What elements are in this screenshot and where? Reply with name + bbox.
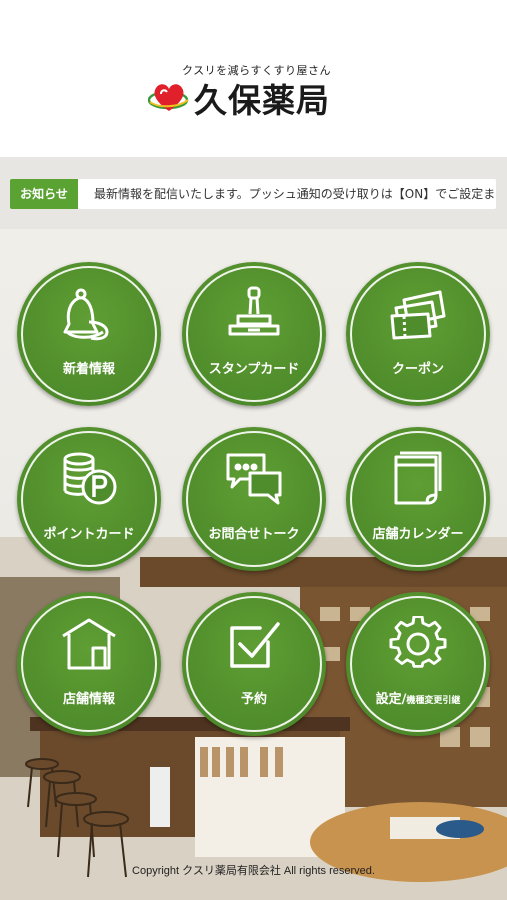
tile-label-main: 設定/ (375, 692, 407, 707)
tile-inquiry-talk[interactable]: お問合せトーク (182, 427, 326, 571)
copyright-text: Copyright クスリ薬局有限会社 All rights reserved. (132, 865, 375, 877)
checkbox-icon (230, 622, 280, 668)
tile-stamp-card[interactable]: スタンプカード (182, 262, 326, 406)
tile-label: お問合せトーク (208, 527, 300, 542)
coupon-icon (390, 290, 446, 340)
news-ticker-text: 最新情報を配信いたします。プッシュ通知の受け取りは【ON】でご設定ま (94, 187, 496, 201)
tile-label-sub: 機種変更引継 (406, 696, 461, 706)
coin-point-icon (63, 452, 117, 505)
tile-store-info[interactable]: 店舗情報 (17, 592, 161, 736)
heart-globe-icon (148, 84, 189, 111)
tile-news[interactable]: 新着情報 (17, 262, 161, 406)
app-header: クスリを減らすくすり屋さん 久保薬局 (0, 0, 507, 157)
news-ticker[interactable]: お知らせ 最新情報を配信いたします。プッシュ通知の受け取りは【ON】でご設定ま (10, 179, 496, 209)
tile-label: 新着情報 (62, 362, 115, 377)
tile-label: 店舗カレンダー (372, 527, 464, 542)
logo-text: 久保薬局 (194, 81, 330, 120)
gear-icon (389, 616, 447, 668)
tile-settings[interactable]: 設定/機種変更引継 (346, 592, 490, 736)
tile-label: スタンプカード (208, 362, 300, 377)
chat-bubbles-icon (226, 453, 282, 505)
tile-point-card[interactable]: ポイントカード (17, 427, 161, 571)
tile-label: 店舗情報 (62, 692, 115, 707)
main-menu-area: お知らせ 最新情報を配信いたします。プッシュ通知の受け取りは【ON】でご設定ま … (0, 157, 507, 900)
store-house-icon (62, 618, 116, 670)
calendar-icon (394, 451, 442, 505)
stamp-icon (228, 286, 280, 336)
tile-coupon[interactable]: クーポン (346, 262, 490, 406)
news-tag: お知らせ (10, 179, 78, 209)
news-bar[interactable]: お知らせ 最新情報を配信いたします。プッシュ通知の受け取りは【ON】でご設定ま (0, 157, 507, 229)
tile-label: ポイントカード (43, 527, 135, 542)
bell-icon (63, 288, 109, 341)
tile-label: クーポン (391, 362, 444, 377)
tile-reservation[interactable]: 予約 (182, 592, 326, 736)
tile-store-calendar[interactable]: 店舗カレンダー (346, 427, 490, 571)
tile-label: 設定/機種変更引継 (346, 688, 490, 707)
tile-label: 予約 (240, 692, 267, 707)
